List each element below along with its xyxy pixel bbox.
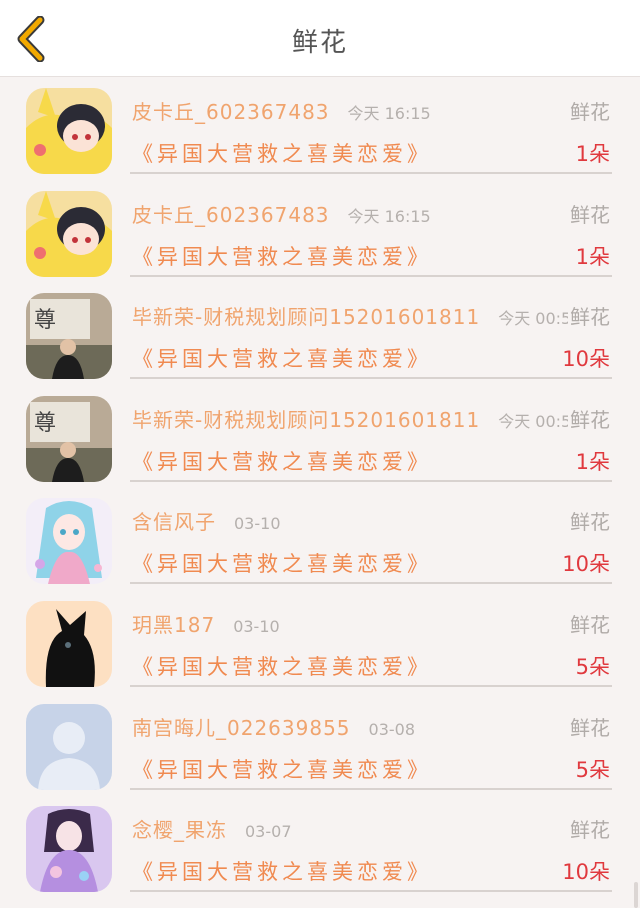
divider <box>130 377 612 380</box>
avatar[interactable] <box>26 498 112 585</box>
book-title[interactable]: 《异国大营救之喜美恋爱》 <box>132 651 432 681</box>
scrollbar[interactable] <box>634 882 638 908</box>
timestamp: 今天 16:15 <box>347 104 431 123</box>
list-item[interactable]: 含信风子 03-10 鲜花 《异国大营救之喜美恋爱》 10朵 <box>0 488 640 591</box>
black-cat-avatar <box>26 600 112 687</box>
gift-category: 鲜花 <box>568 96 610 125</box>
user-name[interactable]: 念樱_果冻 <box>132 818 227 842</box>
list-item[interactable]: 南宫晦儿_022639855 03-08 鲜花 《异国大营救之喜美恋爱》 5朵 <box>0 694 640 797</box>
avatar[interactable] <box>26 190 112 277</box>
timestamp: 03-07 <box>245 822 292 842</box>
man-photo-avatar: 尊 <box>26 293 112 380</box>
book-title[interactable]: 《异国大营救之喜美恋爱》 <box>132 138 432 168</box>
gift-amount: 1朵 <box>575 449 610 474</box>
user-name[interactable]: 含信风子 <box>132 510 216 534</box>
gift-category: 鲜花 <box>568 198 610 228</box>
book-title[interactable]: 《异国大营救之喜美恋爱》 <box>132 241 432 271</box>
timestamp: 03-10 <box>233 616 280 636</box>
divider <box>130 172 612 174</box>
gift-list: 皮卡丘_602367483 今天 16:15 鲜花 《异国大营救之喜美恋爱》 1朵… <box>0 78 640 899</box>
list-item[interactable]: 皮卡丘_602367483 今天 16:15 鲜花 《异国大营救之喜美恋爱》 1朵 <box>0 181 640 284</box>
divider <box>130 274 612 277</box>
svg-text:尊: 尊 <box>34 308 56 333</box>
gift-amount: 10朵 <box>562 860 610 885</box>
avatar[interactable] <box>26 600 112 687</box>
avatar[interactable]: 尊 <box>26 293 112 380</box>
gift-amount: 10朵 <box>562 347 610 372</box>
man-photo-avatar: 尊 <box>26 395 112 482</box>
avatar[interactable] <box>26 88 112 174</box>
timestamp: 03-10 <box>234 514 281 534</box>
gift-category: 鲜花 <box>568 711 610 741</box>
timestamp: 今天 00:5 <box>498 411 572 431</box>
timestamp: 今天 16:15 <box>347 206 431 226</box>
gift-amount: 5朵 <box>575 757 610 782</box>
list-item[interactable]: 尊 毕新荣-财税规划顾问15201601811 今天 00:5 鲜花 《异国大营救… <box>0 386 640 489</box>
book-title[interactable]: 《异国大营救之喜美恋爱》 <box>132 856 432 886</box>
default-user-avatar <box>26 703 112 790</box>
avatar[interactable] <box>26 806 112 893</box>
user-name[interactable]: 南宫晦儿_022639855 <box>132 716 351 740</box>
anime-girl-avatar <box>26 498 112 585</box>
svg-text:尊: 尊 <box>34 411 56 436</box>
avatar[interactable]: 尊 <box>26 395 112 482</box>
gift-amount: 1朵 <box>575 142 610 166</box>
list-item[interactable]: 尊 毕新荣-财税规划顾问15201601811 今天 00:5 鲜花 《异国大营救… <box>0 283 640 386</box>
list-item[interactable]: 玥黑187 03-10 鲜花 《异国大营救之喜美恋爱》 5朵 <box>0 591 640 694</box>
divider <box>130 787 612 790</box>
gift-category: 鲜花 <box>568 814 610 844</box>
user-name[interactable]: 毕新荣-财税规划顾问15201601811 <box>132 408 480 432</box>
gift-category: 鲜花 <box>568 301 610 331</box>
divider <box>130 684 612 687</box>
divider <box>130 582 612 585</box>
pikachu-costume-avatar <box>26 190 112 277</box>
avatar[interactable] <box>26 703 112 790</box>
gift-amount: 10朵 <box>562 552 610 577</box>
book-title[interactable]: 《异国大营救之喜美恋爱》 <box>132 754 432 784</box>
user-name[interactable]: 玥黑187 <box>132 613 215 637</box>
gift-category: 鲜花 <box>568 608 610 638</box>
user-name[interactable]: 皮卡丘_602367483 <box>132 100 330 124</box>
list-item[interactable]: 念樱_果冻 03-07 鲜花 《异国大营救之喜美恋爱》 10朵 <box>0 796 640 899</box>
gift-category: 鲜花 <box>568 403 610 433</box>
page-title: 鲜花 <box>291 28 348 58</box>
anime-doll-avatar <box>26 806 112 893</box>
user-name[interactable]: 毕新荣-财税规划顾问15201601811 <box>132 305 480 329</box>
top-bar: 鲜花 <box>0 0 640 77</box>
book-title[interactable]: 《异国大营救之喜美恋爱》 <box>132 343 432 373</box>
timestamp: 03-08 <box>368 719 416 739</box>
pikachu-costume-avatar <box>26 88 112 174</box>
book-title[interactable]: 《异国大营救之喜美恋爱》 <box>132 548 432 578</box>
gift-amount: 1朵 <box>575 244 610 269</box>
gift-amount: 5朵 <box>575 654 610 679</box>
divider <box>130 479 612 482</box>
gift-category: 鲜花 <box>568 506 610 536</box>
divider <box>130 890 612 893</box>
user-name[interactable]: 皮卡丘_602367483 <box>132 203 330 227</box>
book-title[interactable]: 《异国大营救之喜美恋爱》 <box>132 446 432 476</box>
list-item[interactable]: 皮卡丘_602367483 今天 16:15 鲜花 《异国大营救之喜美恋爱》 1朵 <box>0 78 640 181</box>
timestamp: 今天 00:5 <box>498 309 572 329</box>
